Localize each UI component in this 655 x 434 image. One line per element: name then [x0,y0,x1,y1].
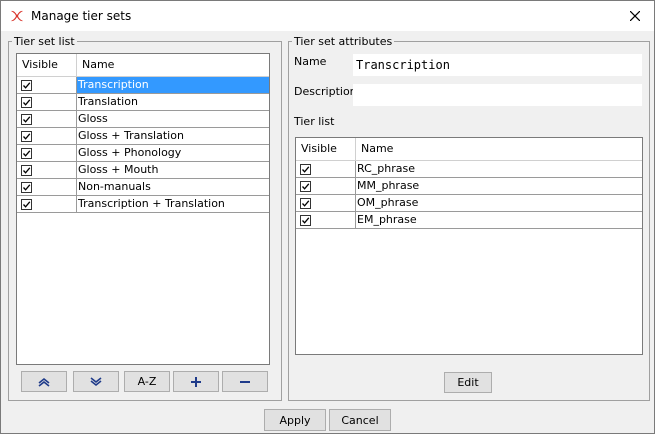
chevron-up-icon [38,377,50,387]
apply-button[interactable]: Apply [264,409,326,431]
visible-cell [17,162,77,178]
visible-cell [296,195,356,211]
visible-cell [17,94,77,110]
description-field[interactable] [353,84,642,106]
table-row[interactable]: Translation [17,94,269,111]
tier-list-label: Tier list [294,115,335,128]
tier-rows: RC_phrase MM_phrase OM_phrase EM_phrase [296,161,642,229]
close-icon [630,11,640,21]
sort-az-button[interactable]: A-Z [124,371,170,392]
window-title: Manage tier sets [31,9,132,23]
app-logo-icon [10,9,24,23]
visible-cell [296,212,356,228]
visible-checkbox[interactable] [300,180,311,192]
visible-cell [17,145,77,161]
table-row[interactable]: Transcription + Translation [17,196,269,213]
name-cell: Transcription [77,77,269,93]
name-cell: EM_phrase [357,213,417,226]
column-header-visible[interactable]: Visible [17,54,77,76]
name-cell: Translation [78,95,138,108]
name-cell: Gloss + Mouth [78,163,159,176]
visible-checkbox[interactable] [21,181,32,193]
table-row[interactable]: OM_phrase [296,195,642,212]
move-up-button[interactable] [21,371,67,392]
checkmark-icon [23,200,31,208]
visible-checkbox[interactable] [21,164,32,176]
name-label: Name [294,55,327,68]
checkmark-icon [23,149,31,157]
description-label: Description [294,85,357,98]
move-down-button[interactable] [73,371,119,392]
checkmark-icon [23,183,31,191]
tier-set-rows: Transcription Translation Gloss Gloss + Tra… [17,77,269,213]
visible-checkbox[interactable] [21,147,32,159]
plus-icon [191,376,201,387]
visible-cell [296,178,356,194]
tier-set-attributes-legend: Tier set attributes [294,35,393,48]
visible-cell [17,128,77,144]
table-row[interactable]: Non-manuals [17,179,269,196]
checkmark-icon [23,115,31,123]
name-cell: Gloss + Phonology [78,146,182,159]
tier-set-list-legend: Tier set list [14,35,75,48]
visible-checkbox[interactable] [21,198,32,210]
visible-cell [17,179,77,195]
column-header-name[interactable]: Name [356,138,642,160]
tier-set-table[interactable]: Visible Name Transcription Translation Glo… [16,53,270,365]
add-tier-set-button[interactable] [173,371,219,392]
table-header: Visible Name [296,138,642,161]
table-row[interactable]: Gloss + Mouth [17,162,269,179]
visible-checkbox[interactable] [300,214,311,226]
name-field[interactable]: Transcription [353,54,642,76]
checkmark-icon [302,216,310,224]
title-bar[interactable]: Manage tier sets [1,1,654,31]
visible-cell [296,161,356,177]
name-cell: Gloss [78,112,108,125]
column-header-name[interactable]: Name [77,54,269,76]
table-row[interactable]: RC_phrase [296,161,642,178]
name-cell: OM_phrase [357,196,419,209]
checkmark-icon [302,165,310,173]
cancel-button[interactable]: Cancel [329,409,391,431]
visible-checkbox[interactable] [300,163,311,175]
remove-tier-set-button[interactable] [222,371,268,392]
checkmark-icon [23,81,31,89]
checkmark-icon [23,98,31,106]
name-cell: RC_phrase [357,162,415,175]
table-row[interactable]: EM_phrase [296,212,642,229]
table-row[interactable]: Gloss + Translation [17,128,269,145]
table-row[interactable]: Transcription [17,77,269,94]
checkmark-icon [23,132,31,140]
table-row[interactable]: Gloss + Phonology [17,145,269,162]
table-row[interactable]: Gloss [17,111,269,128]
checkmark-icon [302,199,310,207]
visible-cell [17,77,77,93]
visible-checkbox[interactable] [21,113,32,125]
column-header-visible[interactable]: Visible [296,138,356,160]
visible-cell [17,111,77,127]
table-row[interactable]: MM_phrase [296,178,642,195]
name-cell: MM_phrase [357,179,420,192]
visible-checkbox[interactable] [21,96,32,108]
visible-cell [17,196,77,212]
name-cell: Transcription + Translation [78,197,225,210]
edit-button[interactable]: Edit [444,372,492,393]
close-button[interactable] [616,1,654,31]
manage-tier-sets-dialog: Manage tier sets Tier set list Visible N… [0,0,655,434]
tier-list-table[interactable]: Visible Name RC_phrase MM_phrase OM_phrase… [295,137,643,355]
checkmark-icon [302,182,310,190]
visible-checkbox[interactable] [21,130,32,142]
name-cell: Gloss + Translation [78,129,184,142]
checkmark-icon [23,166,31,174]
table-header: Visible Name [17,54,269,77]
name-cell: Non-manuals [78,180,151,193]
visible-checkbox[interactable] [300,197,311,209]
chevron-down-icon [90,376,102,386]
visible-checkbox[interactable] [21,79,32,91]
minus-icon [240,380,250,383]
